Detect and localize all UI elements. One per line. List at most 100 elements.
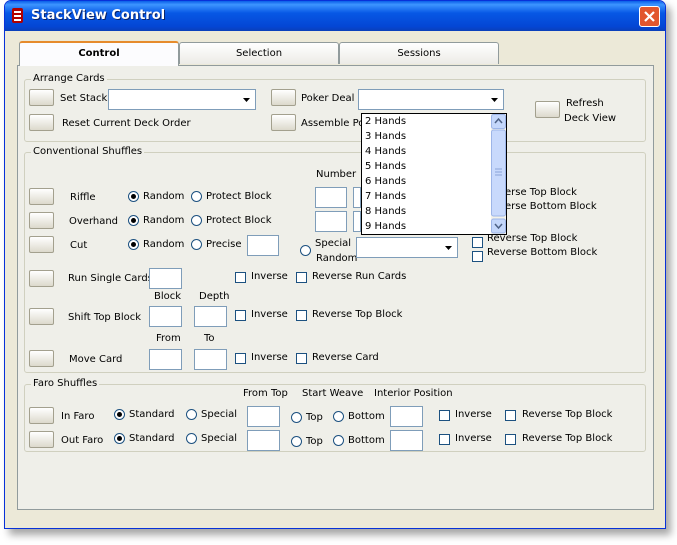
- out-faro-reverse-label: Reverse Top Block: [522, 433, 613, 444]
- overhand-block-input[interactable]: [353, 211, 361, 232]
- in-faro-button[interactable]: [29, 407, 54, 424]
- out-faro-standard-radio[interactable]: [114, 433, 125, 444]
- dropdown-item[interactable]: 8 Hands: [362, 204, 506, 219]
- dropdown-scrollbar[interactable]: [491, 114, 506, 234]
- in-faro-from-top-input[interactable]: [247, 406, 280, 427]
- cut-precise-radio[interactable]: [191, 239, 202, 250]
- riffle-protect-radio[interactable]: [191, 191, 202, 202]
- cut-random-radio[interactable]: [128, 239, 139, 250]
- cut-random-label: Random: [143, 239, 185, 250]
- overhand-protect-radio[interactable]: [191, 215, 202, 226]
- block-label: Block: [154, 291, 182, 302]
- dropdown-items: 2 Hands 3 Hands 4 Hands 5 Hands 6 Hands 7 Han…: [362, 114, 506, 234]
- in-faro-standard-label: Standard: [129, 409, 175, 420]
- cut-rev-bottom-checkbox[interactable]: [472, 251, 483, 262]
- riffle-button[interactable]: [29, 188, 54, 205]
- cut-special-combo[interactable]: [356, 237, 458, 258]
- shift-reverse-checkbox[interactable]: [296, 310, 307, 321]
- tab-control[interactable]: Control: [19, 41, 179, 66]
- faro-shuffles-title: Faro Shuffles: [31, 378, 100, 389]
- interior-position-label: Interior Position: [374, 388, 453, 399]
- move-card-label: Move Card: [69, 354, 123, 365]
- poker-deal-combo[interactable]: [358, 89, 504, 110]
- cut-special-radio[interactable]: [300, 245, 311, 256]
- move-inverse-checkbox[interactable]: [235, 353, 246, 364]
- overhand-number-input[interactable]: [315, 211, 347, 232]
- in-faro-label: In Faro: [61, 411, 95, 422]
- riffle-rev-top-label: erse Top Block: [505, 187, 577, 198]
- chevron-down-icon[interactable]: [441, 239, 456, 256]
- in-faro-top-radio[interactable]: [291, 412, 302, 423]
- move-reverse-checkbox[interactable]: [296, 353, 307, 364]
- depth-label: Depth: [199, 291, 230, 302]
- reset-deck-button[interactable]: [29, 114, 54, 131]
- cut-precise-input[interactable]: [247, 235, 279, 256]
- run-single-input[interactable]: [149, 268, 182, 289]
- set-stack-button[interactable]: [29, 89, 54, 106]
- riffle-block-input[interactable]: [353, 187, 361, 208]
- dropdown-item[interactable]: 3 Hands: [362, 129, 506, 144]
- out-faro-from-top-input[interactable]: [247, 430, 280, 451]
- set-stack-combo[interactable]: [108, 89, 256, 110]
- shift-block-input[interactable]: [149, 306, 182, 327]
- out-faro-inverse-checkbox[interactable]: [439, 434, 450, 445]
- in-faro-reverse-checkbox[interactable]: [505, 410, 516, 421]
- in-faro-reverse-label: Reverse Top Block: [522, 409, 613, 420]
- riffle-label: Riffle: [70, 192, 96, 203]
- to-label: To: [204, 333, 215, 344]
- refresh-deck-button[interactable]: [535, 101, 560, 118]
- run-inverse-label: Inverse: [251, 271, 288, 282]
- out-faro-top-label: Top: [306, 436, 323, 447]
- shift-top-button[interactable]: [29, 308, 54, 325]
- chevron-down-icon[interactable]: [487, 91, 502, 108]
- move-from-input[interactable]: [149, 349, 182, 370]
- poker-deal-button[interactable]: [271, 89, 296, 106]
- out-faro-reverse-checkbox[interactable]: [505, 434, 516, 445]
- out-faro-button[interactable]: [29, 431, 54, 448]
- move-inverse-label: Inverse: [251, 352, 288, 363]
- move-to-input[interactable]: [194, 349, 227, 370]
- out-faro-top-radio[interactable]: [291, 436, 302, 447]
- riffle-protect-label: Protect Block: [206, 191, 272, 202]
- in-faro-bottom-radio[interactable]: [333, 411, 344, 422]
- shift-depth-input[interactable]: [194, 306, 227, 327]
- cut-button[interactable]: [29, 236, 54, 253]
- tab-selection[interactable]: Selection: [179, 42, 339, 64]
- shift-reverse-label: Reverse Top Block: [312, 309, 403, 320]
- chevron-down-icon[interactable]: [239, 91, 254, 108]
- out-faro-special-radio[interactable]: [186, 433, 197, 444]
- in-faro-special-radio[interactable]: [186, 409, 197, 420]
- out-faro-bottom-radio[interactable]: [333, 435, 344, 446]
- overhand-button[interactable]: [29, 212, 54, 229]
- client-area: Control Selection Sessions Arrange Cards…: [9, 31, 661, 524]
- overhand-random-radio[interactable]: [128, 215, 139, 226]
- assemble-button[interactable]: [271, 114, 296, 131]
- title-bar[interactable]: StackView Control: [5, 1, 665, 31]
- scrollbar-graphic[interactable]: [491, 114, 506, 234]
- in-faro-interior-input[interactable]: [390, 406, 423, 427]
- move-card-button[interactable]: [29, 350, 54, 367]
- close-icon: [644, 11, 655, 22]
- run-single-button[interactable]: [29, 270, 54, 287]
- dropdown-item[interactable]: 9 Hands: [362, 219, 506, 234]
- out-faro-interior-input[interactable]: [390, 430, 423, 451]
- dropdown-item[interactable]: 4 Hands: [362, 144, 506, 159]
- in-faro-bottom-label: Bottom: [348, 411, 385, 422]
- number-label: Number: [316, 169, 357, 180]
- dropdown-item[interactable]: 2 Hands: [362, 114, 506, 129]
- run-inverse-checkbox[interactable]: [235, 272, 246, 283]
- shift-inverse-checkbox[interactable]: [235, 310, 246, 321]
- in-faro-inverse-checkbox[interactable]: [439, 410, 450, 421]
- cut-rev-top-checkbox[interactable]: [472, 237, 483, 248]
- dropdown-item[interactable]: 7 Hands: [362, 189, 506, 204]
- riffle-random-radio[interactable]: [128, 191, 139, 202]
- dropdown-item[interactable]: 6 Hands: [362, 174, 506, 189]
- close-button[interactable]: [639, 6, 660, 27]
- riffle-number-input[interactable]: [315, 187, 347, 208]
- dropdown-item[interactable]: 5 Hands: [362, 159, 506, 174]
- tab-sessions[interactable]: Sessions: [339, 42, 499, 64]
- run-reverse-checkbox[interactable]: [296, 272, 307, 283]
- poker-deal-dropdown-list[interactable]: 2 Hands 3 Hands 4 Hands 5 Hands 6 Hands 7 Han…: [361, 113, 507, 235]
- in-faro-standard-radio[interactable]: [114, 409, 125, 420]
- out-faro-special-label: Special: [201, 433, 238, 444]
